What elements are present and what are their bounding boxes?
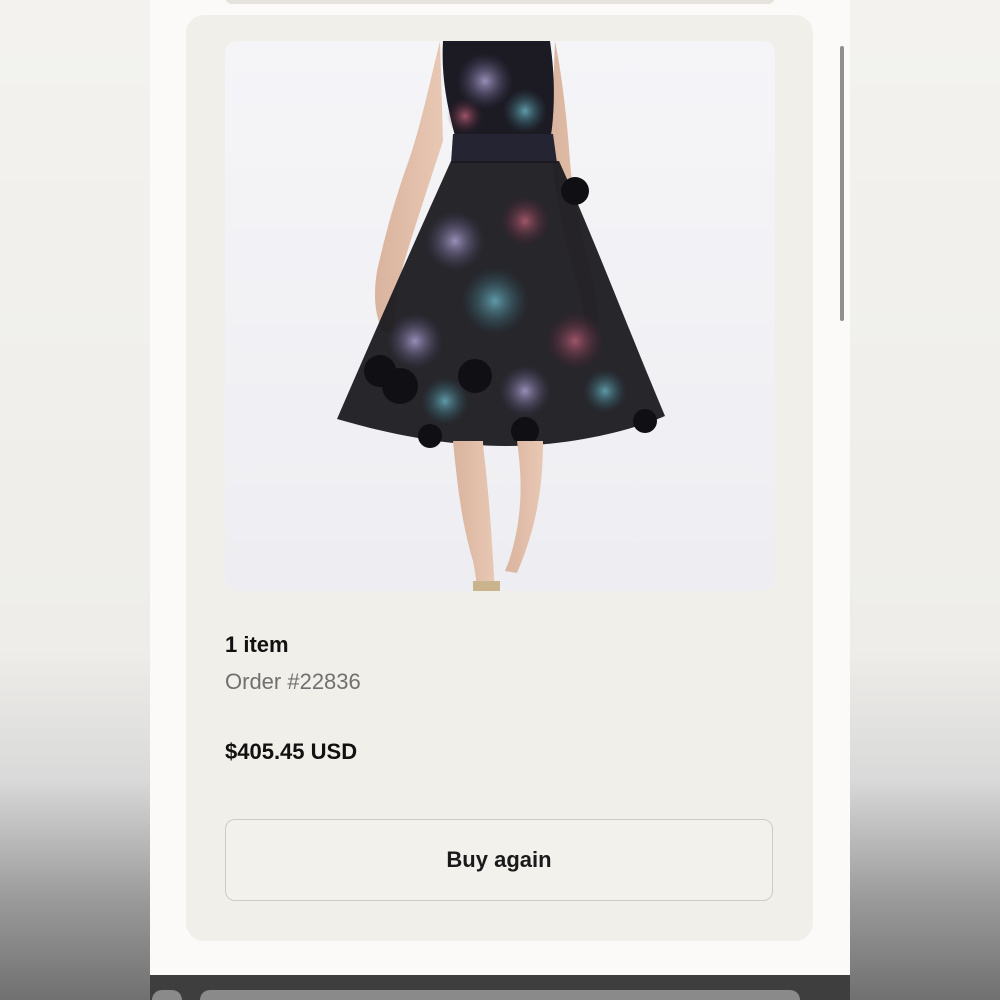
order-number: Order #22836 bbox=[225, 669, 361, 694]
buy-again-button[interactable]: Buy again bbox=[225, 819, 773, 901]
shoe bbox=[473, 581, 500, 591]
right-leg bbox=[505, 441, 543, 573]
dress-waist bbox=[451, 134, 557, 163]
left-leg bbox=[453, 441, 495, 591]
background-left bbox=[0, 0, 150, 1000]
order-total: $405.45 USD bbox=[225, 739, 358, 764]
background-right bbox=[850, 0, 1000, 1000]
scrollbar-thumb[interactable] bbox=[840, 46, 844, 321]
item-count: 1 item bbox=[225, 632, 289, 657]
previous-card-edge bbox=[225, 0, 775, 4]
bottom-tab-bar[interactable] bbox=[200, 990, 800, 1000]
product-image[interactable] bbox=[225, 41, 775, 591]
dress-illustration bbox=[337, 41, 665, 591]
bottom-tab-left[interactable] bbox=[152, 990, 182, 1000]
